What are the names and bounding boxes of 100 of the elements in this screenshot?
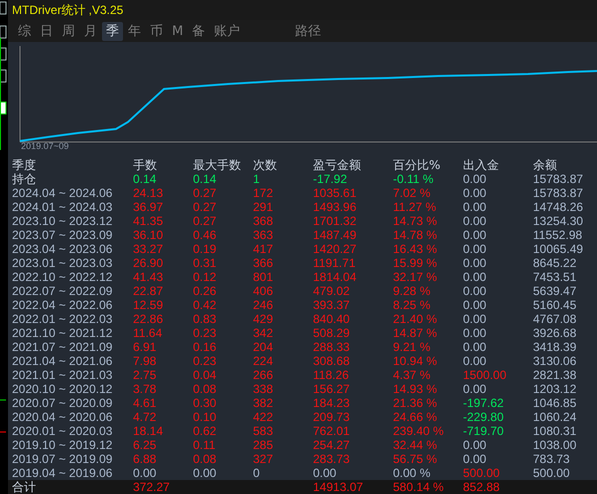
table-cell-text: 0.23 <box>193 326 218 340</box>
table-cell-text: 2019.10 ~ 2019.12 <box>12 438 114 452</box>
table-cell-text: 266 <box>253 368 274 382</box>
table-cell-text: 持仓 <box>12 172 37 186</box>
table-cell-text: 0.14 <box>193 172 218 186</box>
tab[interactable]: 日 <box>36 22 57 40</box>
table-cell-text: 1487.49 <box>313 228 358 242</box>
table-cell-text: 327 <box>253 452 274 466</box>
column-header: 手数 <box>133 158 158 172</box>
table-cell-text: 239.40 % <box>393 424 445 438</box>
table-cell-text: 4767.08 <box>533 312 578 326</box>
table-cell-text: 338 <box>253 382 274 396</box>
table-cell-text: 0.26 <box>193 284 218 298</box>
table-cell-text: 382 <box>253 396 274 410</box>
table-cell-text: 0.12 <box>193 270 218 284</box>
axis-label: 2019.07~09 <box>21 141 69 151</box>
column-header: 百分比% <box>393 158 442 172</box>
table-cell-text: 368 <box>253 214 274 228</box>
tab[interactable]: 备 <box>188 22 210 40</box>
table-cell-text: 4.72 <box>133 410 158 424</box>
table-cell-text: 6.91 <box>133 340 158 354</box>
table-cell-text: 2019.04 ~ 2019.06 <box>12 466 114 480</box>
table-cell-text: 288.33 <box>313 340 351 354</box>
table-cell-text: 2023.01 ~ 2023.03 <box>12 256 114 270</box>
table-cell-text: 118.26 <box>313 368 350 382</box>
table-cell-text: 15783.87 <box>533 172 584 186</box>
table-cell-text: 801 <box>253 270 274 284</box>
table-cell-text: 2020.10 ~ 2020.12 <box>12 382 114 396</box>
tab[interactable]: 周 <box>58 22 79 40</box>
table-cell-text: 2022.10 ~ 2022.12 <box>12 270 114 284</box>
tab[interactable]: 综 <box>14 22 35 40</box>
table-cell-text: 2020.07 ~ 2020.09 <box>12 396 114 410</box>
table-cell-text: 1203.12 <box>533 382 578 396</box>
table-cell-text: 3926.68 <box>533 326 578 340</box>
column-header: 盈亏金额 <box>313 158 362 172</box>
table-cell-text: 2023.07 ~ 2023.09 <box>12 228 114 242</box>
table-cell-text: 9.28 % <box>393 284 432 298</box>
table-cell-text: 10.94 % <box>393 354 438 368</box>
table-cell-text: 840.40 <box>313 312 351 326</box>
table-cell-text: 783.73 <box>533 452 571 466</box>
table-cell-text: 156.27 <box>313 382 351 396</box>
table-cell-text: 14913.07 <box>313 480 364 494</box>
table-cell-text: 0.00 <box>463 228 488 242</box>
window-title: MTDriver统计 ,V3.25 <box>12 2 124 18</box>
table-cell-text: 5639.47 <box>533 284 578 298</box>
table-cell-text: 0.00 <box>463 382 488 396</box>
table-cell-text: 254.27 <box>313 438 351 452</box>
table-cell-text: 0.00 <box>463 186 488 200</box>
table-cell-text: -17.92 <box>313 172 348 186</box>
table-cell-text: 22.86 <box>133 312 164 326</box>
tab[interactable]: 季 <box>102 22 123 40</box>
table-cell-text: 0.00 <box>463 200 488 214</box>
table-cell-text: 32.17 % <box>393 270 438 284</box>
table-cell-text: 2020.04 ~ 2020.06 <box>12 410 114 424</box>
table-cell-text: 33.27 <box>133 242 164 256</box>
tab[interactable]: 月 <box>80 22 101 40</box>
table-cell-text: 2.75 <box>133 368 158 382</box>
table-cell-text: 26.90 <box>133 256 164 270</box>
table-cell-text: 0.00 <box>313 466 338 480</box>
table-cell-text: 2022.01 ~ 2022.03 <box>12 312 114 326</box>
table-cell-text: 12.59 <box>133 298 164 312</box>
table-cell-text: 0.23 <box>193 354 218 368</box>
table-cell-text: 9.21 % <box>393 340 432 354</box>
table-cell-text: 2021.10 ~ 2021.12 <box>12 326 114 340</box>
table-cell-text: 308.68 <box>313 354 351 368</box>
table-cell-text: 508.29 <box>313 326 351 340</box>
tab[interactable]: 年 <box>124 22 145 40</box>
tab[interactable]: 币 <box>146 22 167 40</box>
column-header: 余额 <box>533 158 558 172</box>
table-cell-text: 0.16 <box>193 340 218 354</box>
table-cell-text: 10065.49 <box>533 242 584 256</box>
table-cell-text: 13254.30 <box>533 214 584 228</box>
table-cell-text: 500.00 <box>463 466 501 480</box>
table-cell-text: 762.01 <box>313 424 351 438</box>
tab[interactable]: 路径 <box>291 22 326 40</box>
tab[interactable]: M <box>168 22 188 40</box>
table-cell-text: 1035.61 <box>313 186 358 200</box>
table-cell-text: 429 <box>253 312 274 326</box>
table-cell-text: 422 <box>253 410 274 424</box>
table-cell-text: 0.00 <box>463 242 488 256</box>
table-cell-text: 406 <box>253 284 274 298</box>
table-cell-text: 0.00 <box>463 340 488 354</box>
table-cell-text: 1701.32 <box>313 214 358 228</box>
table-cell-text: 1191.71 <box>313 256 356 270</box>
tab[interactable]: 账户 <box>210 22 244 40</box>
table-cell-text: 合计 <box>12 480 37 494</box>
table-cell-text: 14.78 % <box>393 228 438 242</box>
column-header: 次数 <box>253 158 278 172</box>
table-cell-text: 8.25 % <box>393 298 432 312</box>
table-cell-text: 583 <box>253 424 274 438</box>
table-cell-text: 0.00 <box>463 326 488 340</box>
table-cell-text: 0.00 <box>463 354 488 368</box>
table-cell-text: 0.00 <box>463 270 488 284</box>
table-cell-text: 7.02 % <box>393 186 432 200</box>
table-cell-text: 0.00 <box>463 312 488 326</box>
table-cell-text: 0.27 <box>193 214 218 228</box>
table-cell-text: 41.35 <box>133 214 164 228</box>
table-cell-text: 172 <box>253 186 274 200</box>
table-cell-text: 0.00 <box>133 466 158 480</box>
table-cell-text: 0.62 <box>193 424 218 438</box>
